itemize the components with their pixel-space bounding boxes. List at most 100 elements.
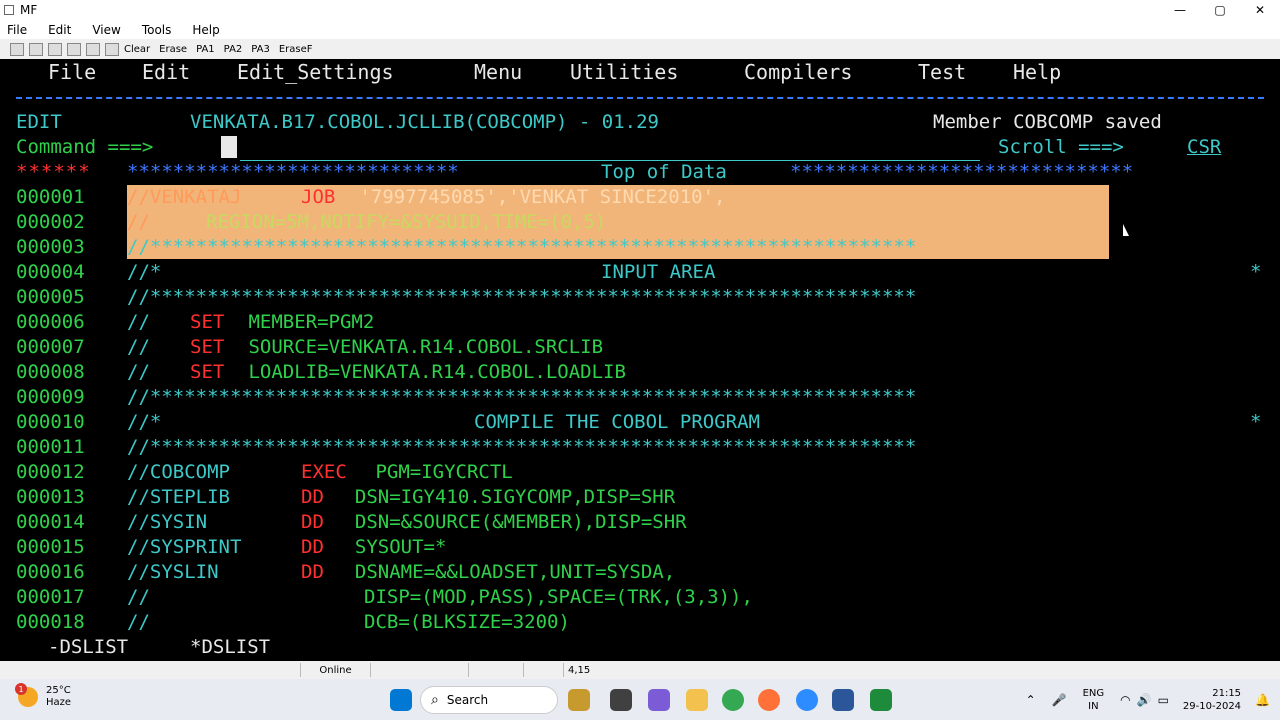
line-number[interactable]: 000018 [16, 610, 85, 635]
notepad-icon[interactable] [832, 689, 854, 711]
source-line[interactable]: 000012 //COBCOMP EXEC PGM=IGYCRCTL [0, 460, 1280, 485]
pa2-button[interactable]: PA2 [224, 44, 243, 55]
menu-view[interactable]: View [92, 23, 120, 37]
source-line[interactable]: 000016 //SYSLIN DD DSNAME=&&LOADSET,UNIT… [0, 560, 1280, 585]
wifi-icon[interactable]: ◠ [1120, 693, 1130, 707]
new-session-icon[interactable] [10, 42, 24, 56]
line-number[interactable]: 000009 [16, 385, 85, 410]
source-line[interactable]: 000001 //VENKATAJ JOB '7997745085','VENK… [0, 185, 1280, 210]
dataset-name: VENKATA.B17.COBOL.JCLLIB(COBCOMP) - 01.2… [190, 111, 659, 133]
line-number[interactable]: 000001 [16, 185, 85, 210]
ispf-menu-edit[interactable]: Edit [142, 60, 190, 85]
menu-help[interactable]: Help [192, 23, 219, 37]
menu-edit[interactable]: Edit [48, 23, 71, 37]
system-tray: ⌃ 🎤 ENG IN ◠ 🔊 ▭ 21:15 29-10-2024 🔔 [1026, 679, 1280, 720]
start-icon[interactable] [390, 689, 412, 711]
source-line[interactable]: 000009 //*******************************… [0, 385, 1280, 410]
menu-file[interactable]: File [7, 23, 27, 37]
clock[interactable]: 21:15 29-10-2024 [1183, 687, 1241, 713]
source-line[interactable]: 000002 // REGION=5M,NOTIFY=&SYSUID,TIME=… [0, 210, 1280, 235]
maximize-button[interactable]: ▢ [1200, 0, 1240, 20]
line-number[interactable]: 000003 [16, 235, 85, 260]
battery-icon[interactable]: ▭ [1158, 693, 1169, 707]
file-explorer-icon[interactable] [686, 689, 708, 711]
line-number[interactable]: 000004 [16, 260, 85, 285]
connect-icon[interactable] [29, 42, 43, 56]
zoom-icon[interactable] [796, 689, 818, 711]
print-icon[interactable] [86, 42, 100, 56]
source-line[interactable]: 000007 // SET SOURCE=VENKATA.R14.COBOL.S… [0, 335, 1280, 360]
ispf-menu-utilities[interactable]: Utilities [570, 60, 678, 85]
ispf-menu-compilers[interactable]: Compilers [744, 60, 852, 85]
command-line: Command ===> Scroll ===> CSR [0, 135, 1280, 160]
line-number[interactable]: 000015 [16, 535, 85, 560]
erase-button[interactable]: Erase [159, 44, 187, 55]
edit-mode-label: EDIT [16, 111, 62, 133]
line-number[interactable]: 000013 [16, 485, 85, 510]
pa3-button[interactable]: PA3 [251, 44, 270, 55]
ispf-menu-help[interactable]: Help [1013, 60, 1061, 85]
line-number[interactable]: 000012 [16, 460, 85, 485]
firefox-icon[interactable] [758, 689, 780, 711]
window-titlebar: MF — ▢ ✕ [0, 0, 1280, 20]
line-number[interactable]: 000006 [16, 310, 85, 335]
action-bar-separator [16, 97, 1264, 99]
line-keyword: SET [190, 361, 225, 383]
line-number[interactable]: 000011 [16, 435, 85, 460]
weather-temp: 25°C [46, 685, 71, 696]
ispf-menu-menu[interactable]: Menu [474, 60, 522, 85]
pa1-button[interactable]: PA1 [196, 44, 215, 55]
line-number[interactable]: 000002 [16, 210, 85, 235]
minimize-button[interactable]: — [1160, 0, 1200, 20]
ispf-menu-file[interactable]: File [48, 60, 96, 85]
line-number[interactable]: 000007 [16, 335, 85, 360]
source-line[interactable]: 000008 // SET LOADLIB=VENKATA.R14.COBOL.… [0, 360, 1280, 385]
paste-icon[interactable] [67, 42, 81, 56]
source-line[interactable]: 000014 //SYSIN DD DSN=&SOURCE(&MEMBER),D… [0, 510, 1280, 535]
source-line[interactable]: 000018 // DCB=(BLKSIZE=3200) [0, 610, 1280, 635]
mf-app-icon[interactable] [870, 689, 892, 711]
scroll-value[interactable]: CSR [1187, 135, 1221, 160]
terminal-app-icon[interactable] [610, 689, 632, 711]
source-line[interactable]: 000010 //* COMPILE THE COBOL PROGRAM * [0, 410, 1280, 435]
scroll-label: Scroll ===> [998, 136, 1124, 158]
store-icon[interactable] [568, 689, 590, 711]
dslist-key-1[interactable]: -DSLIST [48, 635, 128, 660]
volume-icon[interactable]: 🔊 [1137, 693, 1152, 707]
source-line[interactable]: 000017 // DISP=(MOD,PASS),SPACE=(TRK,(3,… [0, 585, 1280, 610]
settings-icon[interactable] [105, 42, 119, 56]
ispf-menu-edit-settings[interactable]: Edit_Settings [237, 60, 394, 85]
copilot-icon[interactable] [648, 689, 670, 711]
line-operands: COMPILE THE COBOL PROGRAM [474, 411, 760, 433]
source-line[interactable]: 000006 // SET MEMBER=PGM2 [0, 310, 1280, 335]
source-line[interactable]: 000015 //SYSPRINT DD SYSOUT=* [0, 535, 1280, 560]
menu-tools[interactable]: Tools [142, 23, 172, 37]
line-number[interactable]: 000014 [16, 510, 85, 535]
weather-widget[interactable]: 1 25°C Haze [15, 683, 71, 709]
terminal-screen[interactable]: File Edit Edit_Settings Menu Utilities C… [0, 59, 1280, 661]
taskbar-search[interactable]: ⌕ Search [420, 686, 558, 714]
line-number[interactable]: 000016 [16, 560, 85, 585]
language-indicator[interactable]: ENG IN [1083, 687, 1105, 713]
source-line[interactable]: 000004 //* INPUT AREA * [0, 260, 1280, 285]
line-number[interactable]: 000005 [16, 285, 85, 310]
line-number[interactable]: 000017 [16, 585, 85, 610]
chevron-up-icon[interactable]: ⌃ [1026, 693, 1036, 707]
chrome-icon[interactable] [722, 689, 744, 711]
close-button[interactable]: ✕ [1240, 0, 1280, 20]
line-number[interactable]: 000010 [16, 410, 85, 435]
microphone-icon[interactable]: 🎤 [1052, 693, 1067, 707]
edit-header: EDIT VENKATA.B17.COBOL.JCLLIB(COBCOMP) -… [0, 110, 1280, 135]
ispf-menu-test[interactable]: Test [918, 60, 966, 85]
line-text: //* [127, 261, 162, 283]
dslist-key-2[interactable]: *DSLIST [190, 635, 270, 660]
line-number[interactable]: 000008 [16, 360, 85, 385]
source-line[interactable]: 000003 //*******************************… [0, 235, 1280, 260]
source-line[interactable]: 000005 //*******************************… [0, 285, 1280, 310]
erasef-button[interactable]: EraseF [279, 44, 313, 55]
source-line[interactable]: 000013 //STEPLIB DD DSN=IGY410.SIGYCOMP,… [0, 485, 1280, 510]
copy-icon[interactable] [48, 42, 62, 56]
notification-icon[interactable]: 🔔 [1255, 693, 1270, 707]
source-line[interactable]: 000011 //*******************************… [0, 435, 1280, 460]
clear-button[interactable]: Clear [124, 44, 150, 55]
